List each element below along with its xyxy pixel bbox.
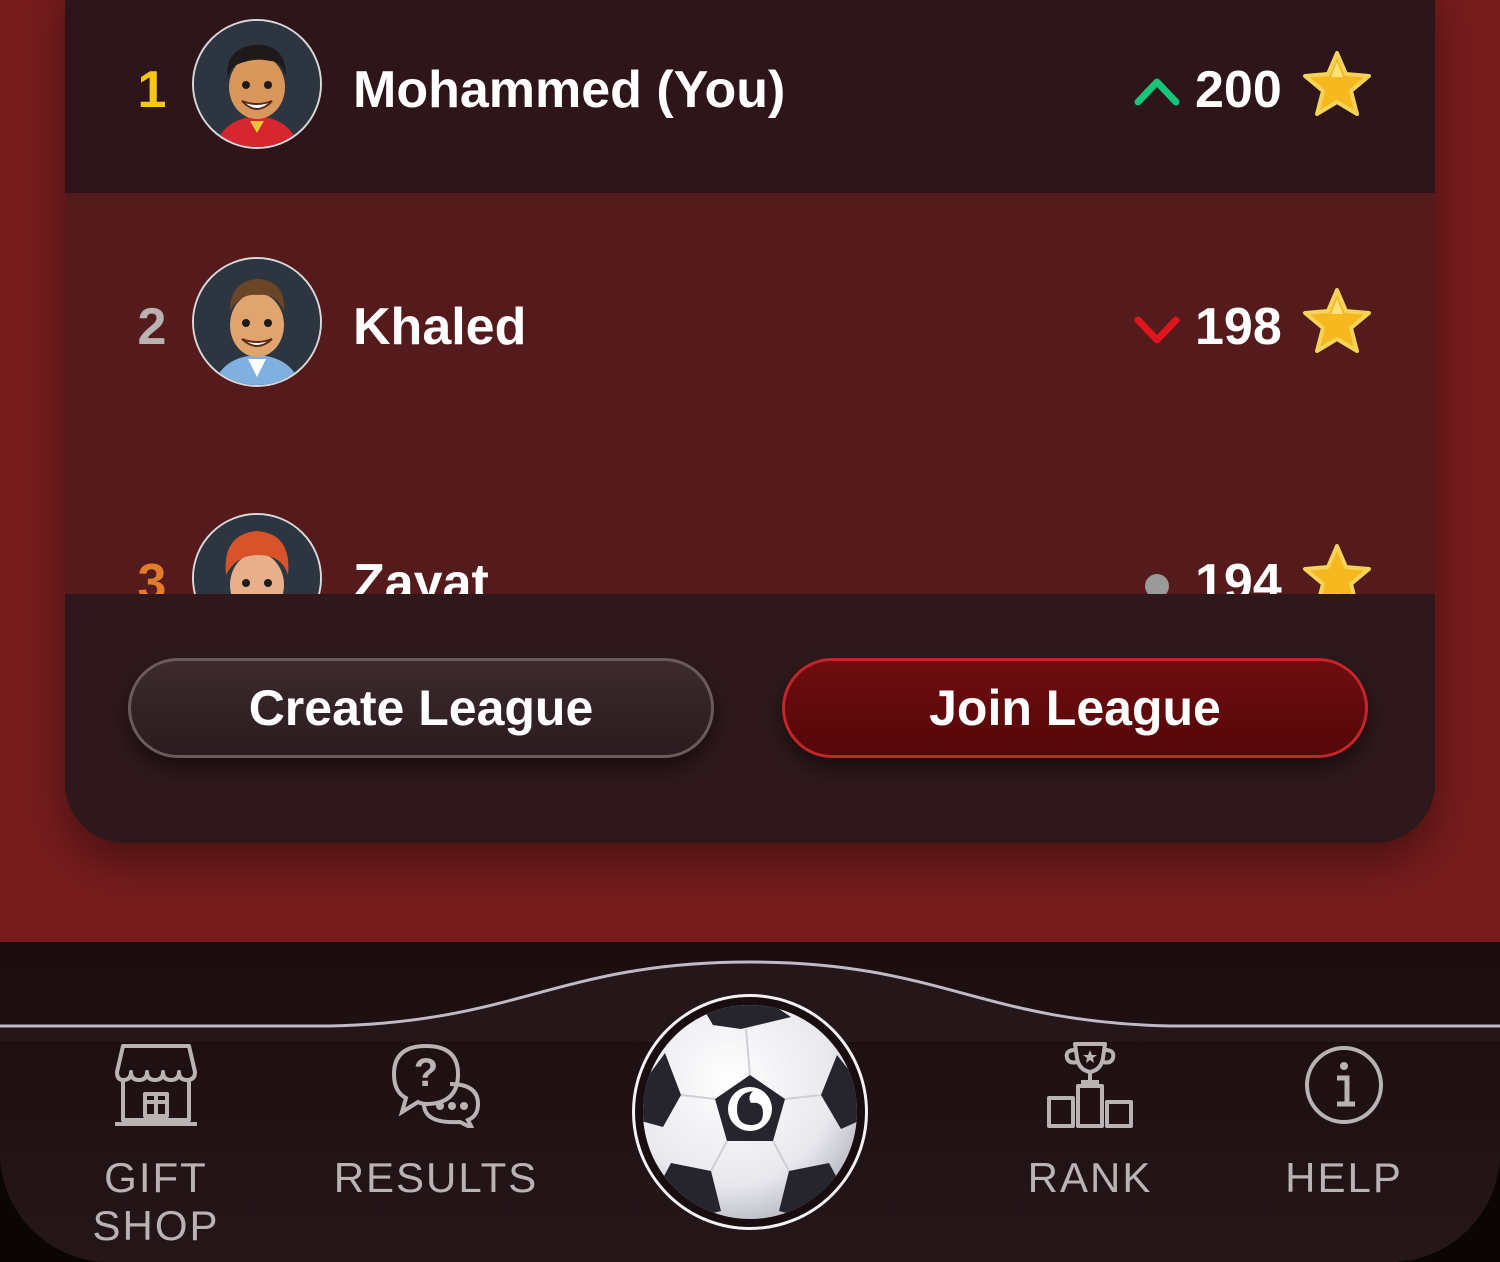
nav-label: RESULTS	[333, 1154, 539, 1201]
leaderboard-list[interactable]: 1 Mohammed (You) 200 2 Khaled 198 3 Zaya…	[65, 0, 1435, 594]
info-icon	[1305, 1046, 1383, 1124]
leaderboard-card: 1 Mohammed (You) 200 2 Khaled 198 3 Zaya…	[65, 0, 1435, 843]
leaderboard-row[interactable]: 2 Khaled 198	[65, 193, 1435, 450]
avatar	[192, 513, 322, 594]
nav-help[interactable]: HELP	[1246, 1042, 1442, 1232]
player-name: Zayat	[353, 554, 489, 594]
create-league-button[interactable]: Create League	[128, 658, 714, 758]
star-icon	[1303, 544, 1371, 594]
league-actions: Create League Join League	[65, 594, 1435, 843]
nav-label: RANK	[1027, 1154, 1153, 1201]
gift-shop-icon	[115, 1044, 197, 1126]
svg-text:?: ?	[414, 1051, 438, 1095]
trend-down-icon	[1134, 316, 1180, 344]
join-league-button[interactable]: Join League	[782, 658, 1368, 758]
soccer-ball-icon	[643, 1005, 857, 1219]
nav-label: HELP	[1285, 1154, 1403, 1201]
podium-icon	[1047, 1042, 1133, 1128]
leaderboard-row-current-user[interactable]: 1 Mohammed (You) 200	[65, 0, 1435, 213]
star-icon	[1303, 288, 1371, 353]
player-name: Khaled	[353, 298, 527, 356]
nav-results[interactable]: ? RESULTS	[326, 1042, 546, 1232]
star-icon	[1303, 51, 1371, 116]
nav-label: GIFT SHOP	[92, 1154, 220, 1249]
player-name: Mohammed (You)	[353, 61, 786, 119]
player-score: 200	[1195, 61, 1282, 119]
rank-number: 3	[137, 554, 167, 594]
player-score: 194	[1195, 554, 1282, 594]
leaderboard-row[interactable]: 3 Zayat 194	[65, 449, 1435, 594]
rank-number: 1	[137, 61, 167, 119]
trend-up-icon	[1134, 78, 1180, 106]
nav-gift-shop[interactable]: GIFT SHOP	[36, 1042, 276, 1249]
avatar	[192, 19, 322, 149]
bottom-navigation: GIFT SHOP ? RESULTS RANK HELP	[0, 942, 1500, 1262]
results-icon: ?	[391, 1043, 481, 1128]
rank-number: 2	[137, 298, 167, 356]
player-score: 198	[1195, 298, 1282, 356]
trend-same-icon	[1145, 574, 1169, 594]
nav-rank[interactable]: RANK	[990, 1042, 1190, 1232]
avatar	[192, 257, 322, 387]
play-button[interactable]	[632, 994, 868, 1230]
